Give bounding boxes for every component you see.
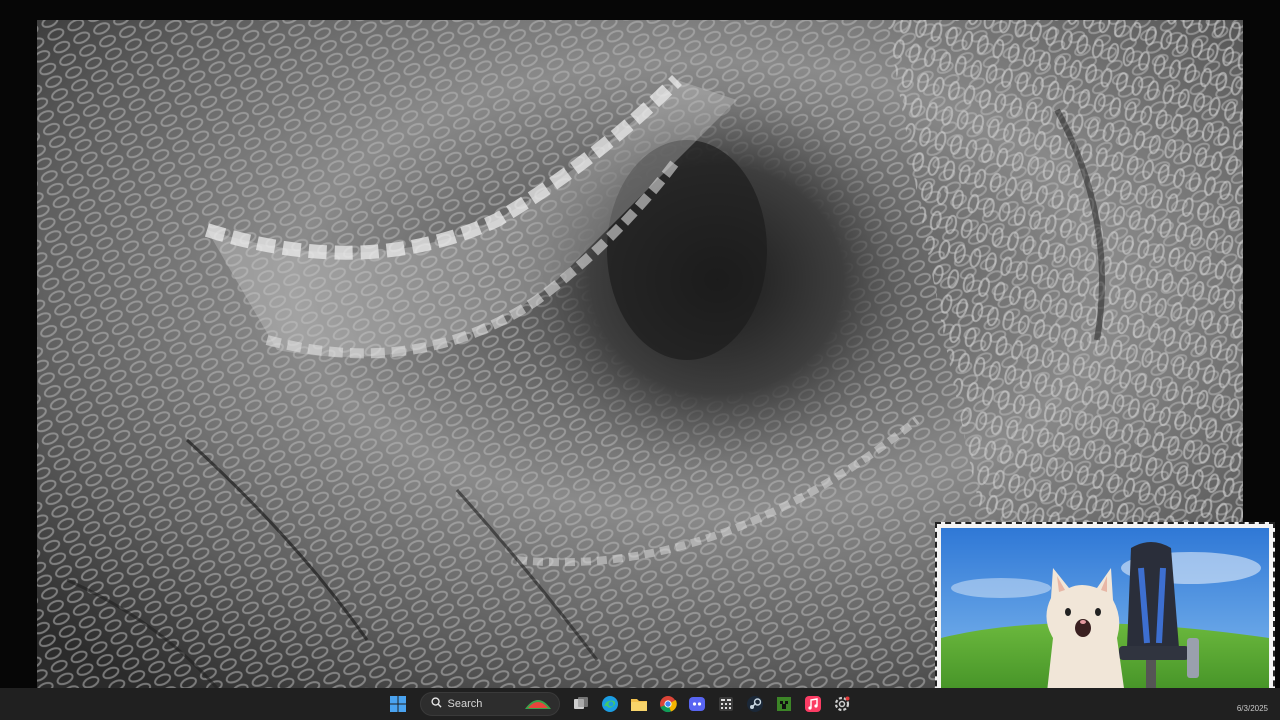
edge-icon[interactable] — [599, 693, 622, 716]
desktop-screen: Search 6/3/2025 — [0, 0, 1280, 720]
minecraft-icon[interactable] — [773, 693, 796, 716]
windows-taskbar: Search — [0, 688, 1280, 720]
webcam-scene — [941, 528, 1269, 710]
chrome-icon[interactable] — [657, 693, 680, 716]
webcam-feed — [941, 528, 1269, 710]
settings-icon[interactable] — [831, 693, 854, 716]
windows-start-icon[interactable] — [387, 693, 410, 716]
taskbar-search-box[interactable]: Search — [419, 692, 560, 716]
discord-icon[interactable] — [686, 693, 709, 716]
webcam-overlay — [935, 522, 1275, 716]
file-explorer-icon[interactable] — [628, 693, 651, 716]
search-highlight-watermelon-icon — [523, 695, 553, 720]
taskbar-pinned-apps: Search — [387, 692, 854, 716]
itunes-icon[interactable] — [802, 693, 825, 716]
search-icon — [430, 695, 442, 713]
calculator-icon[interactable] — [715, 693, 738, 716]
steam-icon[interactable] — [744, 693, 767, 716]
task-view-icon[interactable] — [570, 693, 593, 716]
taskbar-date[interactable]: 6/3/2025 — [1237, 704, 1268, 713]
